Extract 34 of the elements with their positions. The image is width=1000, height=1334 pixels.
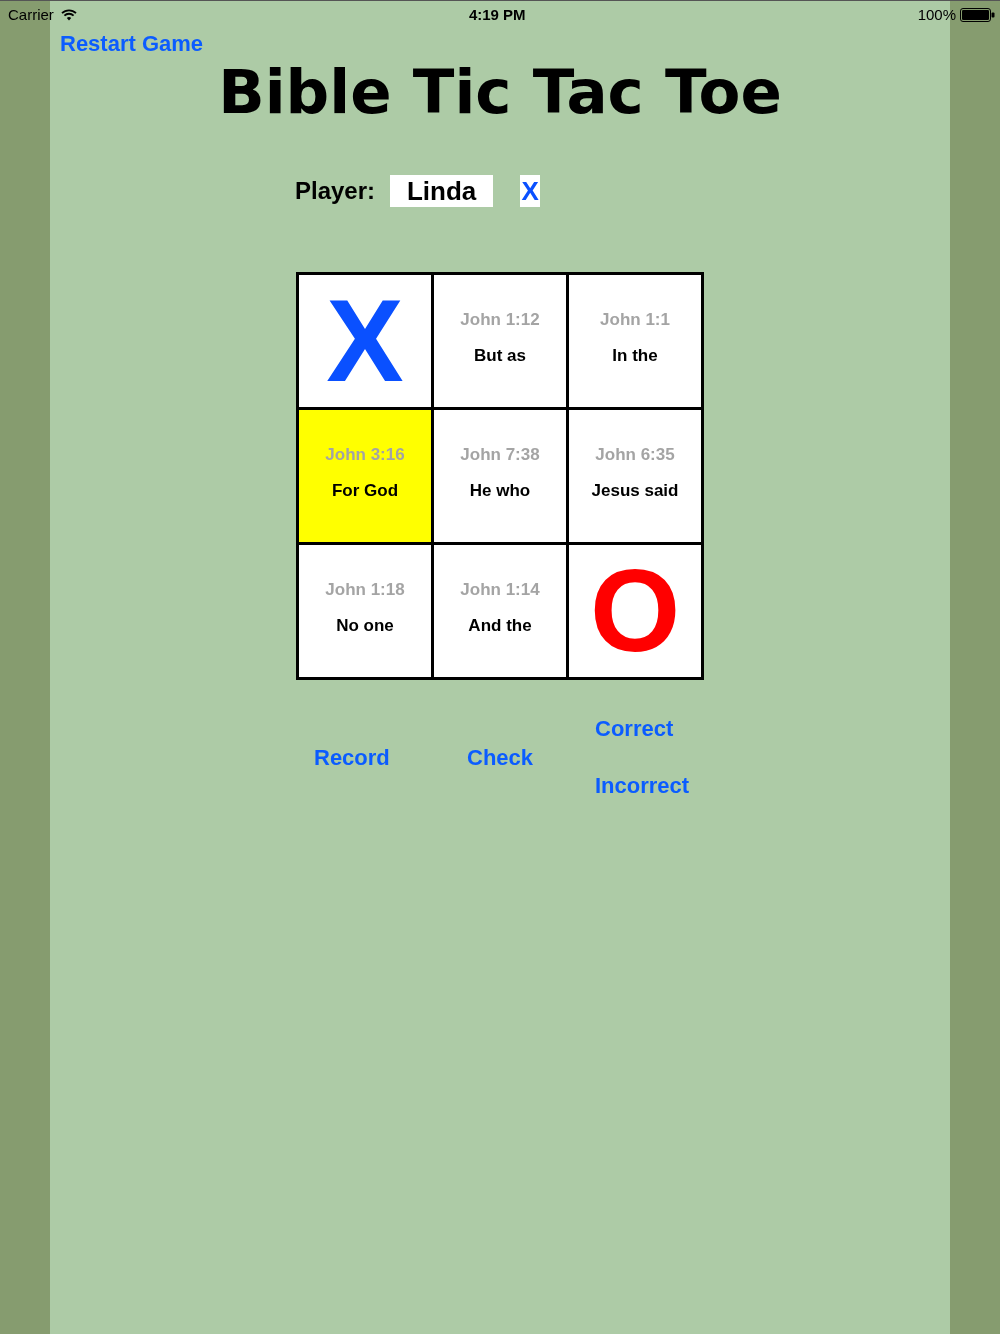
verse-reference: John 3:16 <box>325 445 405 465</box>
verse-text: No one <box>336 616 394 636</box>
player-label: Player: <box>295 176 376 206</box>
carrier-label: Carrier <box>8 4 54 25</box>
board-cell[interactable]: John 6:35 Jesus said <box>569 410 701 542</box>
verse-reference: John 6:35 <box>595 445 675 465</box>
verse-reference: John 1:14 <box>460 580 540 600</box>
board-cell[interactable]: John 1:1 In the <box>569 275 701 407</box>
verse-reference: John 1:1 <box>600 310 670 330</box>
verse-reference: John 7:38 <box>460 445 540 465</box>
verse-text: He who <box>469 481 531 501</box>
board-cell[interactable]: John 1:12 But as <box>434 275 566 407</box>
board-cell[interactable]: John 7:38 He who <box>434 410 566 542</box>
verse-text: And the <box>468 616 532 636</box>
battery-icon <box>960 8 995 22</box>
verse-reference: John 1:18 <box>325 580 405 600</box>
verse-text: Jesus said <box>591 481 679 501</box>
cell-mark: X <box>326 283 404 399</box>
player-mark: X <box>520 175 541 207</box>
verse-reference: John 1:12 <box>460 310 540 330</box>
clock-time: 4:19 PM <box>468 5 526 23</box>
player-name: Linda <box>390 175 494 207</box>
board-cell[interactable]: O <box>569 545 701 677</box>
game-title: Bible Tic Tac Toe <box>218 59 782 125</box>
wifi-icon <box>60 9 77 21</box>
verse-text: But as <box>474 346 526 366</box>
board-cell[interactable]: X <box>299 275 431 407</box>
board-cell[interactable]: John 1:18 No one <box>299 545 431 677</box>
board-cell[interactable]: John 3:16 For God <box>299 410 431 542</box>
verse-text: For God <box>331 481 399 501</box>
battery-percent: 100% <box>917 4 956 25</box>
verse-text: In the <box>612 346 658 366</box>
cell-mark: O <box>589 553 681 669</box>
board-cell[interactable]: John 1:14 And the <box>434 545 566 677</box>
